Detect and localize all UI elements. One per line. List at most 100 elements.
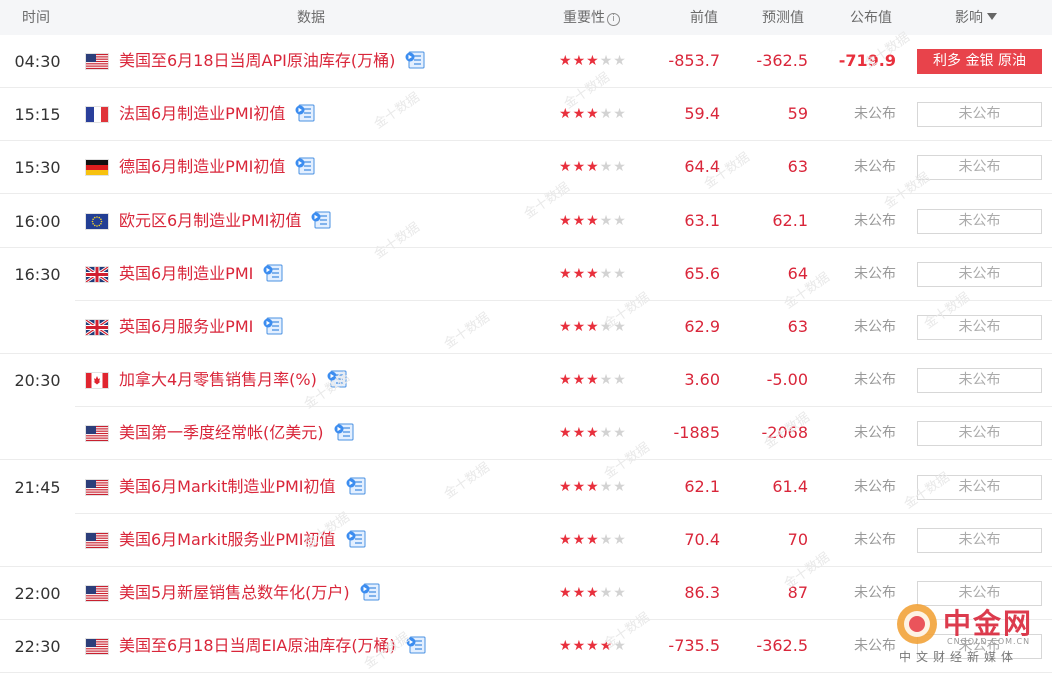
event-time: 16:30 bbox=[14, 264, 61, 284]
star-icon: ★ bbox=[559, 265, 573, 282]
col-importance-label: 重要性 bbox=[563, 10, 605, 26]
event-name-link[interactable]: 美国至6月18日当周EIA原油库存(万桶) bbox=[119, 635, 426, 657]
flag-de-icon bbox=[86, 160, 108, 176]
event-time: 21:45 bbox=[14, 477, 61, 497]
logo-name: 中金网 bbox=[943, 607, 1034, 640]
event-time: 04:30 bbox=[14, 52, 61, 71]
detail-doc-icon[interactable] bbox=[406, 636, 426, 654]
actual-value: -719.9 bbox=[838, 51, 896, 70]
event-name-link[interactable]: 美国6月Markit制造业PMI初值 bbox=[119, 476, 366, 498]
detail-doc-icon[interactable] bbox=[334, 423, 354, 441]
impact-badge[interactable]: 未公布 bbox=[917, 261, 1042, 287]
detail-doc-icon[interactable] bbox=[346, 477, 366, 495]
impact-badge[interactable]: 未公布 bbox=[917, 368, 1042, 394]
importance-stars: ★★★★★ bbox=[559, 584, 627, 602]
star-icon: ★ bbox=[572, 106, 587, 123]
star-icon: ★ bbox=[586, 265, 600, 282]
event-name-link[interactable]: 美国5月新屋销售总数年化(万户) bbox=[119, 582, 380, 604]
table-row[interactable]: 16:30 英国6月制造业PMI ★★★★★ 65.6 64 未公布 未公布 bbox=[0, 248, 1052, 301]
impact-badge[interactable]: 未公布 bbox=[917, 155, 1042, 181]
prev-value: -735.5 bbox=[668, 636, 720, 656]
star-icon: ★ bbox=[613, 372, 627, 389]
detail-doc-icon[interactable] bbox=[295, 157, 315, 175]
table-row[interactable]: 20:30 加拿大4月零售销售月率(%) ★★★★★ 3.60 -5.00 未公布 未公布 bbox=[0, 354, 1052, 408]
event-name-link[interactable]: 加拿大4月零售销售月率(%) bbox=[119, 369, 347, 391]
star-icon: ★ bbox=[613, 106, 627, 123]
col-impact[interactable]: 影响 bbox=[955, 9, 997, 27]
impact-badge[interactable]: 未公布 bbox=[917, 315, 1042, 340]
flag-us-icon bbox=[86, 532, 108, 548]
star-icon: ★ bbox=[586, 212, 600, 229]
actual-value: 未公布 bbox=[854, 372, 896, 389]
info-icon[interactable]: i bbox=[607, 13, 620, 26]
table-row[interactable]: 英国6月服务业PMI ★★★★★ 62.9 63 未公布 未公布 bbox=[0, 301, 1052, 354]
impact-badge[interactable]: 未公布 bbox=[917, 474, 1042, 500]
table-row[interactable]: 美国6月Markit服务业PMI初值 ★★★★★ 70.4 70 未公布 未公布 bbox=[0, 514, 1052, 567]
star-icon: ★ bbox=[599, 478, 614, 495]
star-icon: ★ bbox=[599, 638, 614, 655]
star-icon: ★ bbox=[599, 531, 614, 548]
star-icon: ★ bbox=[599, 425, 614, 442]
star-icon: ★ bbox=[559, 53, 573, 69]
star-icon: ★ bbox=[613, 265, 627, 282]
star-icon: ★ bbox=[613, 212, 627, 229]
detail-doc-icon[interactable] bbox=[263, 264, 283, 282]
event-name-link[interactable]: 英国6月制造业PMI bbox=[119, 263, 283, 285]
impact-badge[interactable]: 未公布 bbox=[917, 421, 1042, 447]
star-icon: ★ bbox=[586, 531, 600, 548]
col-impact-label: 影响 bbox=[955, 10, 983, 26]
actual-value: 未公布 bbox=[854, 638, 896, 655]
event-name-link[interactable]: 美国6月Markit服务业PMI初值 bbox=[119, 529, 366, 551]
star-icon: ★ bbox=[599, 265, 614, 282]
flag-us-icon bbox=[86, 479, 108, 495]
star-icon: ★ bbox=[559, 638, 573, 655]
star-icon: ★ bbox=[572, 212, 587, 229]
event-name-link[interactable]: 美国至6月18日当周API原油库存(万桶) bbox=[119, 50, 425, 72]
star-icon: ★ bbox=[572, 585, 587, 601]
event-name-link[interactable]: 美国第一季度经常帐(亿美元) bbox=[119, 422, 354, 444]
event-name-link[interactable]: 德国6月制造业PMI初值 bbox=[119, 156, 315, 178]
star-icon: ★ bbox=[613, 531, 627, 548]
detail-doc-icon[interactable] bbox=[405, 51, 425, 69]
prev-value: 59.4 bbox=[684, 104, 720, 124]
table-row[interactable]: 美国第一季度经常帐(亿美元) ★★★★★ -1885 -2068 未公布 未公布 bbox=[0, 407, 1052, 461]
logo-domain: CNGOLD.COM.CN bbox=[947, 637, 1031, 646]
importance-stars: ★★★★★ bbox=[559, 158, 627, 176]
star-icon: ★ bbox=[559, 425, 573, 442]
event-name-link[interactable]: 法国6月制造业PMI初值 bbox=[119, 103, 315, 125]
impact-badge[interactable]: 利多 金银 原油 bbox=[917, 49, 1042, 74]
detail-doc-icon[interactable] bbox=[346, 530, 366, 548]
impact-badge[interactable]: 未公布 bbox=[917, 208, 1042, 234]
star-icon: ★ bbox=[559, 585, 573, 601]
detail-doc-icon[interactable] bbox=[360, 583, 380, 601]
forecast-value: -362.5 bbox=[756, 636, 808, 656]
star-icon: ★ bbox=[559, 106, 573, 123]
star-icon: ★ bbox=[572, 425, 587, 442]
table-row[interactable]: 04:30 美国至6月18日当周API原油库存(万桶) ★★★★★ -853.7 -36… bbox=[0, 35, 1052, 88]
star-icon: ★ bbox=[613, 638, 627, 655]
forecast-value: 61.4 bbox=[772, 476, 808, 496]
col-prev: 前值 bbox=[690, 10, 718, 26]
event-name-link[interactable]: 英国6月服务业PMI bbox=[119, 316, 283, 338]
flag-gb-icon bbox=[86, 320, 108, 335]
detail-doc-icon[interactable] bbox=[327, 370, 347, 388]
star-icon: ★ bbox=[572, 638, 587, 655]
impact-badge[interactable]: 未公布 bbox=[917, 527, 1042, 553]
detail-doc-icon[interactable] bbox=[263, 317, 283, 335]
detail-doc-icon[interactable] bbox=[295, 104, 315, 122]
table-row[interactable]: 21:45 美国6月Markit制造业PMI初值 ★★★★★ 62.1 61.4 未公布未… bbox=[0, 461, 1052, 514]
table-row[interactable]: 16:00 欧元区6月制造业PMI初值 ★★★★★ 63.1 62.1 未公布 未公布 bbox=[0, 195, 1052, 248]
event-name: 美国第一季度经常帐(亿美元) bbox=[119, 423, 324, 443]
table-row[interactable]: 15:30 德国6月制造业PMI初值 ★★★★★ 64.4 63 未公布 未公布 bbox=[0, 141, 1052, 195]
actual-value: 未公布 bbox=[854, 425, 896, 442]
table-row[interactable]: 15:15 法国6月制造业PMI初值 ★★★★★ 59.4 59 未公布 未公布 bbox=[0, 88, 1052, 142]
prev-value: 65.6 bbox=[684, 263, 720, 283]
col-importance[interactable]: 重要性 i bbox=[563, 9, 620, 27]
star-icon: ★ bbox=[586, 53, 600, 69]
star-icon: ★ bbox=[559, 531, 573, 548]
detail-doc-icon[interactable] bbox=[311, 211, 331, 229]
event-name-link[interactable]: 欧元区6月制造业PMI初值 bbox=[119, 210, 331, 232]
caret-down-icon bbox=[987, 13, 997, 20]
impact-badge[interactable]: 未公布 bbox=[917, 102, 1042, 128]
forecast-value: 64 bbox=[787, 263, 808, 283]
